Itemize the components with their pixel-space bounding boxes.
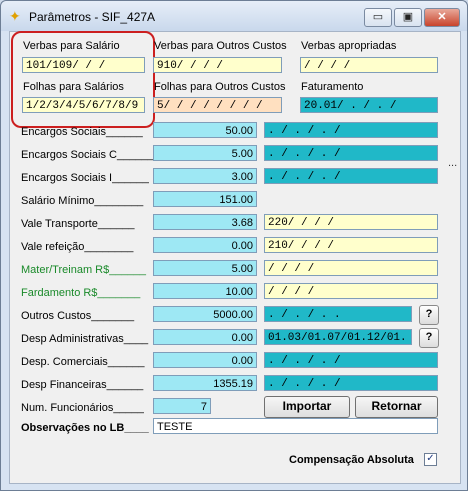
vale-refeicao-label: Vale refeição________ [21, 241, 134, 253]
encargos-sociais-label: Encargos Sociais______ [21, 126, 143, 138]
importar-button[interactable]: Importar [264, 396, 350, 418]
window-title: Parâmetros - SIF_427A [29, 10, 156, 24]
minimize-button[interactable]: ▭ [364, 8, 392, 27]
close-button[interactable]: ✕ [424, 8, 460, 27]
salario-minimo-field[interactable]: 151.00 [153, 191, 257, 207]
mater-treinam-verbas-field[interactable]: / / / / [264, 260, 438, 276]
desp-comerciais-field[interactable]: 0.00 [153, 352, 257, 368]
verbas-apropriadas-label: Verbas apropriadas [301, 40, 397, 52]
parametros-window: ✦ Parâmetros - SIF_427A ▭ ▣ ✕ Verbas par… [0, 0, 468, 491]
folhas-salarios-label: Folhas para Salários [23, 81, 124, 93]
outros-custos-help-button[interactable]: ? [419, 305, 439, 325]
desp-financeiras-field[interactable]: 1355.19 [153, 375, 257, 391]
outros-custos-field[interactable]: 5000.00 [153, 306, 257, 322]
more-ellipsis: ... [448, 157, 458, 169]
encargos-sociais-c-label: Encargos Sociais C______ [21, 149, 154, 161]
encargos-sociais-field[interactable]: 50.00 [153, 122, 257, 138]
faturamento-label: Faturamento [301, 81, 364, 93]
num-funcionarios-field[interactable]: 7 [153, 398, 211, 414]
compensacao-checkbox[interactable]: ✓ [424, 453, 437, 466]
encargos-sociais-c-accounts-field[interactable]: . / . / . / [264, 145, 438, 161]
folhas-outros-label: Folhas para Outros Custos [154, 81, 286, 93]
app-icon: ✦ [9, 8, 21, 24]
desp-administrativas-help-button[interactable]: ? [419, 328, 439, 348]
compensacao-label: Compensação Absoluta [289, 454, 414, 466]
vale-refeicao-verbas-field[interactable]: 210/ / / / [264, 237, 438, 253]
mater-treinam-label: Mater/Treinam R$______ [21, 264, 146, 276]
desp-financeiras-accounts-field[interactable]: . / . / . / [264, 375, 438, 391]
observacoes-field[interactable]: TESTE [153, 418, 438, 434]
desp-comerciais-label: Desp. Comerciais______ [21, 356, 145, 368]
desp-administrativas-accounts-field[interactable]: 01.03/01.07/01.12/01. [264, 329, 412, 345]
outros-custos-accounts-field[interactable]: . / . / . . [264, 306, 412, 322]
vale-refeicao-field[interactable]: 0.00 [153, 237, 257, 253]
verbas-outros-label: Verbas para Outros Custos [154, 40, 287, 52]
retornar-button[interactable]: Retornar [355, 396, 438, 418]
encargos-sociais-c-field[interactable]: 5.00 [153, 145, 257, 161]
verbas-outros-field[interactable]: 910/ / / / [153, 57, 282, 73]
observacoes-label: Observações no LB____ [21, 422, 149, 434]
mater-treinam-field[interactable]: 5.00 [153, 260, 257, 276]
faturamento-field[interactable]: 20.01/ . / . / [300, 97, 438, 113]
desp-administrativas-label: Desp Administrativas____ [21, 333, 149, 345]
fardamento-field[interactable]: 10.00 [153, 283, 257, 299]
desp-comerciais-accounts-field[interactable]: . / . / . / [264, 352, 438, 368]
vale-transporte-field[interactable]: 3.68 [153, 214, 257, 230]
fardamento-verbas-field[interactable]: / / / / [264, 283, 438, 299]
encargos-sociais-i-accounts-field[interactable]: . / . / . / [264, 168, 438, 184]
verbas-salario-label: Verbas para Salário [23, 40, 120, 52]
salario-minimo-label: Salário Mínimo________ [21, 195, 144, 207]
fardamento-label: Fardamento R$_______ [21, 287, 141, 299]
folhas-salarios-field[interactable]: 1/2/3/4/5/6/7/8/9 [22, 97, 145, 113]
encargos-sociais-i-field[interactable]: 3.00 [153, 168, 257, 184]
encargos-sociais-i-label: Encargos Sociais I______ [21, 172, 149, 184]
outros-custos-label: Outros Custos_______ [21, 310, 135, 322]
num-funcionarios-label: Num. Funcionários_____ [21, 402, 144, 414]
verbas-salario-field[interactable]: 101/109/ / / [22, 57, 145, 73]
vale-transporte-label: Vale Transporte______ [21, 218, 135, 230]
vale-transporte-verbas-field[interactable]: 220/ / / / [264, 214, 438, 230]
verbas-apropriadas-field[interactable]: / / / / [300, 57, 438, 73]
desp-financeiras-label: Desp Financeiras______ [21, 379, 144, 391]
restore-button[interactable]: ▣ [394, 8, 422, 27]
title-bar[interactable]: ✦ Parâmetros - SIF_427A ▭ ▣ ✕ [1, 1, 467, 31]
folhas-outros-field[interactable]: 5/ / / / / / / / [153, 97, 282, 113]
encargos-sociais-accounts-field[interactable]: . / . / . / [264, 122, 438, 138]
desp-administrativas-field[interactable]: 0.00 [153, 329, 257, 345]
